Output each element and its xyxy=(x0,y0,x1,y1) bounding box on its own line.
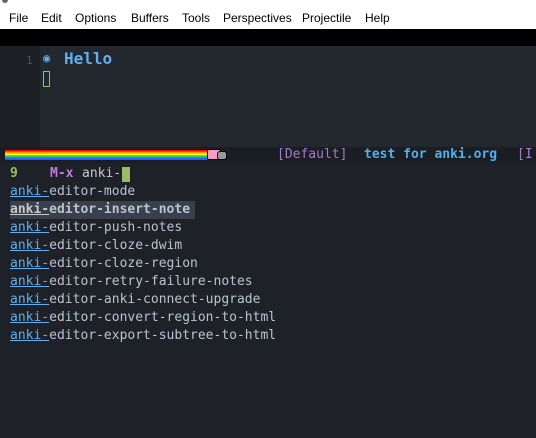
menu-bar: File Edit Options Buffers Tools Perspect… xyxy=(0,8,536,29)
window-icon xyxy=(2,0,8,3)
menu-help[interactable]: Help xyxy=(365,11,390,25)
nyan-rainbow-progress xyxy=(5,150,208,160)
mode-line: [Default] test for anki.org [I xyxy=(0,147,536,163)
menu-tools[interactable]: Tools xyxy=(182,11,210,25)
perspective-indicator[interactable]: [Default] xyxy=(277,147,347,162)
menu-projectile[interactable]: Projectile xyxy=(302,11,351,25)
nyan-cat-icon xyxy=(207,148,227,161)
editor-window[interactable]: 1 ◉ Hello xyxy=(0,46,536,147)
mx-prompt: M-x xyxy=(50,166,74,181)
org-bullet-icon: ◉ xyxy=(43,51,51,65)
tab-bar xyxy=(0,29,536,46)
org-heading[interactable]: Hello xyxy=(64,49,112,68)
minibuffer-cursor xyxy=(122,167,130,182)
menu-buffers[interactable]: Buffers xyxy=(131,11,169,25)
line-number-gutter: 1 xyxy=(0,46,40,147)
minibuffer: 9 M-x anki- anki-editor-mode anki-editor… xyxy=(0,163,536,438)
menu-edit[interactable]: Edit xyxy=(41,11,62,25)
line-number: 1 xyxy=(26,54,33,67)
menu-file[interactable]: File xyxy=(9,11,28,25)
mode-indicator-truncated: [I xyxy=(517,147,533,162)
menu-options[interactable]: Options xyxy=(75,11,116,25)
candidate-count: 9 xyxy=(10,166,18,181)
minibuffer-input[interactable]: anki- xyxy=(82,166,121,181)
buffer-name: test for anki.org xyxy=(364,147,498,162)
candidate-item-selected[interactable]: anki-editor-insert-note xyxy=(10,201,195,219)
text-cursor xyxy=(43,71,50,87)
menu-perspectives[interactable]: Perspectives xyxy=(223,11,292,25)
window-title-strip xyxy=(0,0,536,8)
